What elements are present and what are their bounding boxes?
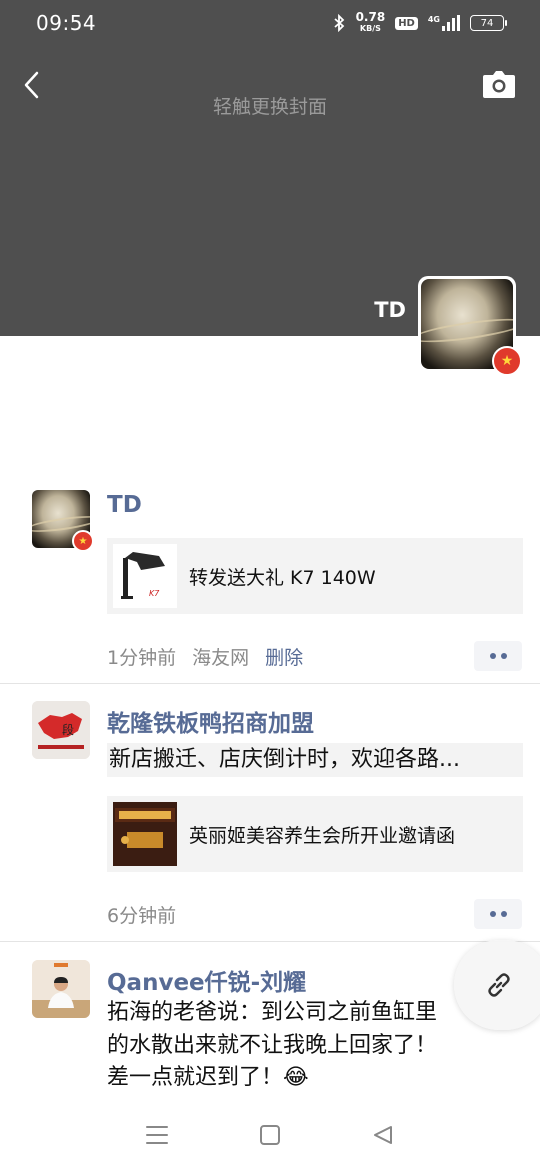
status-time: 09:54 <box>36 11 97 35</box>
camera-icon <box>483 71 515 98</box>
storefront-image <box>113 802 177 866</box>
profile-name: TD <box>374 298 406 322</box>
post-meta: 1分钟前 海友网 删除 <box>107 643 303 670</box>
post-meta: 6分钟前 <box>107 901 176 928</box>
status-icons: 0.78 KB/S HD 4G 74 <box>332 10 507 34</box>
status-bar: 09:54 0.78 KB/S HD 4G 74 <box>0 0 540 46</box>
post-time: 1分钟前 <box>107 647 177 669</box>
svg-text:K7: K7 <box>149 589 160 598</box>
lamp-product-icon: K7 <box>121 552 165 599</box>
battery-icon: 74 <box>470 15 507 31</box>
floating-link-button[interactable] <box>454 940 540 1030</box>
back-triangle-icon <box>374 1126 393 1144</box>
avatar[interactable]: ★ <box>32 490 94 552</box>
map-logo-icon: 段 <box>32 701 90 759</box>
more-actions-button[interactable] <box>474 899 522 929</box>
share-thumbnail <box>113 802 177 866</box>
home-button[interactable] <box>250 1115 290 1155</box>
menu-icon <box>145 1126 168 1144</box>
more-actions-button[interactable] <box>474 641 522 671</box>
profile-avatar[interactable]: ★ <box>418 276 522 376</box>
system-nav-bar <box>0 1100 540 1170</box>
net-speed: 0.78 KB/S <box>355 10 386 33</box>
avatar[interactable]: 段 <box>32 701 90 759</box>
post-author[interactable]: 乾隆铁板鸭招商加盟 <box>107 704 314 738</box>
back-nav-button[interactable] <box>363 1115 403 1155</box>
share-thumbnail: K7 <box>113 544 177 608</box>
share-title: 转发送大礼 K7 140W <box>189 566 376 589</box>
svg-text:段: 段 <box>62 722 74 737</box>
camera-button[interactable] <box>482 70 516 100</box>
china-flag-icon: ★ <box>492 346 522 376</box>
share-card[interactable]: 英丽姬美容养生会所开业邀请函 <box>107 796 523 872</box>
bluetooth-icon <box>333 14 344 32</box>
menu-button[interactable] <box>137 1115 177 1155</box>
post-text-line: 差一点就迟到了！😂 <box>107 1065 309 1090</box>
signal-icon: 4G <box>428 15 460 31</box>
post-text-line: 的水散出来就不让我晚上回家了！ <box>107 1033 438 1058</box>
change-cover-hint[interactable]: 轻触更换封面 <box>0 92 540 119</box>
delete-link[interactable]: 删除 <box>265 643 303 670</box>
post-author[interactable]: Qanvee仟锐-刘耀 <box>107 963 306 997</box>
hd-badge: HD <box>395 16 418 30</box>
share-card[interactable]: K7 转发送大礼 K7 140W <box>107 538 523 614</box>
divider <box>0 683 540 684</box>
post-source[interactable]: 海友网 <box>192 643 249 670</box>
person-photo <box>32 960 90 1018</box>
china-flag-icon: ★ <box>72 530 94 552</box>
avatar[interactable] <box>32 960 90 1018</box>
link-icon <box>488 973 510 997</box>
share-title: 英丽姬美容养生会所开业邀请函 <box>189 824 456 847</box>
post-author[interactable]: TD <box>107 492 142 518</box>
home-square-icon <box>259 1125 280 1145</box>
divider <box>0 941 540 942</box>
post-time: 6分钟前 <box>107 905 177 927</box>
post-text: 新店搬迁、店庆倒计时，欢迎各路... <box>107 743 523 777</box>
